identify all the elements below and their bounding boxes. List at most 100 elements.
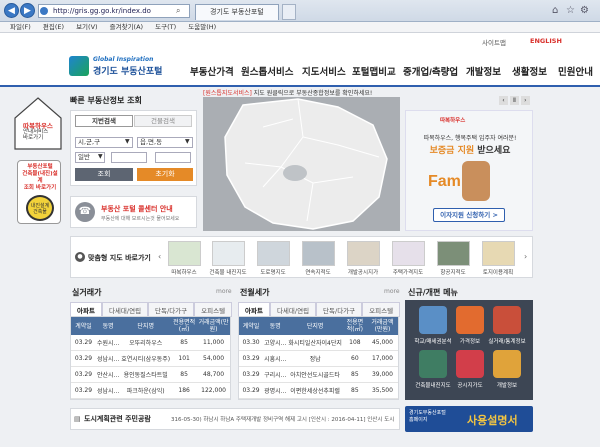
callcenter-sub: 부동산에 대해 모르시는것 물어보세요 — [101, 216, 180, 222]
menu-file[interactable]: 파일(F) — [10, 23, 31, 31]
settings-gear-icon[interactable]: ⚙ — [580, 5, 589, 16]
menu-edit[interactable]: 편집(E) — [43, 23, 64, 31]
table-row[interactable]: 03.29 수원시... 오뚜리하우스 85 11,000 — [71, 335, 230, 351]
nav-onestop[interactable]: 원스톱서비스 — [241, 64, 293, 78]
seismic-map-icon[interactable] — [419, 350, 447, 378]
search-icon[interactable]: ⌕ — [176, 6, 180, 16]
callcenter-banner[interactable]: ☎ 부동산 포털 콜센터 안내 부동산에 대해 모르시는것 물어보세요 — [70, 196, 197, 228]
quickmap-thumb-aerial[interactable] — [437, 241, 470, 266]
quickmap-thumb-ddabok[interactable] — [168, 241, 201, 266]
quickmap-next-icon[interactable]: › — [524, 252, 527, 261]
quickmap-thumb-landuse[interactable] — [482, 241, 515, 266]
cell: 122,000 — [197, 382, 230, 399]
home-icon[interactable]: ⌂ — [552, 5, 558, 16]
rent-tabs: 아파트 다세대/연립 단독/다가구 오피스텔 — [238, 302, 401, 317]
cell: 성남시... — [95, 382, 121, 399]
menu-favorites[interactable]: 즐겨찾기(A) — [110, 23, 143, 31]
notice-bar: ▤ 도시계획관련 주민공람 316-05-30) 하남시 하남A 주택재개발 정… — [70, 408, 400, 430]
quickmap-thumb-landprice[interactable] — [347, 241, 380, 266]
table-row[interactable]: 03.29 시흥시... 정남 60 17,000 — [239, 350, 398, 367]
sitemap-link[interactable]: 사이트맵 — [482, 37, 506, 47]
price-title: 실거래가 — [72, 288, 102, 297]
main-lot-input[interactable] — [111, 152, 147, 163]
nav-development[interactable]: 개발정보 — [466, 64, 501, 78]
search-submit-button[interactable]: 조회 — [75, 168, 133, 181]
nav-portalmap[interactable]: 포털맵비교 — [352, 64, 396, 78]
sub-lot-input[interactable] — [155, 152, 191, 163]
quickmap-thumb-road[interactable] — [257, 241, 290, 266]
menu-help[interactable]: 도움말(H) — [188, 23, 216, 31]
cell: 아치안선도시골드타 — [287, 366, 343, 383]
quickmap-thumb-seismic[interactable] — [212, 241, 245, 266]
price-tab-apt[interactable]: 아파트 — [70, 302, 102, 317]
quickmap-thumb-cadastral[interactable] — [302, 241, 335, 266]
transaction-stats-icon[interactable] — [493, 306, 521, 334]
cell: 구리시... — [263, 366, 288, 383]
rent-tab-officetel[interactable]: 오피스텔 — [362, 302, 401, 317]
new-tab-button[interactable] — [282, 4, 296, 20]
price-info-icon[interactable] — [456, 306, 484, 334]
quickmap-label: 주택가격지도 — [392, 270, 424, 276]
cell: 03.29 — [71, 335, 96, 351]
nav-broker[interactable]: 중개업/측량업 — [403, 64, 458, 78]
happy-house-banner[interactable]: 따복하우스 안내서비스 바로가기 — [13, 96, 63, 151]
gyeonggi-map[interactable] — [203, 97, 400, 231]
cell: 85 — [171, 366, 198, 383]
quickmap-label: 개발공시지가 — [347, 270, 379, 276]
cell: 03.29 — [239, 382, 264, 399]
nav-map[interactable]: 지도서비스 — [302, 64, 346, 78]
prev-banner-button[interactable]: ‹ — [499, 96, 508, 105]
banner-line2: 보증금 지원 받으세요 — [414, 143, 526, 156]
school-zone-icon[interactable] — [419, 306, 447, 334]
menu-view[interactable]: 보기(V) — [76, 23, 97, 31]
rent-more-link[interactable]: more — [384, 288, 400, 295]
price-more-link[interactable]: more — [216, 288, 232, 295]
next-banner-button[interactable]: › — [520, 96, 530, 105]
rent-table: 계약일 동명 단지명 전용면적(㎡) 거래금액(만원) 03.30 고양시... 화… — [239, 317, 398, 399]
chevron-down-icon: ▼ — [125, 138, 130, 145]
table-row[interactable]: 03.30 고양시... 화시티일산자이4단지 108 45,000 — [239, 335, 398, 351]
price-tab-officetel[interactable]: 오피스텔 — [194, 302, 233, 317]
development-info-icon[interactable] — [493, 350, 521, 378]
chevron-down-icon: ▼ — [185, 138, 190, 145]
back-button[interactable]: ◀ — [4, 3, 19, 18]
headset-icon: ☎ — [75, 202, 95, 222]
apply-support-button[interactable]: 이자지원 신청하기 > — [433, 208, 505, 222]
price-tab-multi[interactable]: 다세대/연립 — [101, 302, 149, 317]
browser-tab[interactable]: 경기도 부동산포털 — [195, 4, 279, 20]
rent-tab-single[interactable]: 단독/다가구 — [316, 302, 363, 317]
notice-ticker[interactable]: 316-05-30) 하남시 하남A 주택재개발 정비구역 해제 고시 [인산시… — [171, 415, 397, 423]
menu-tools[interactable]: 도구(T) — [155, 23, 176, 31]
site-logo[interactable]: 경기도 부동산포털 — [93, 64, 162, 77]
rent-tab-apt[interactable]: 아파트 — [238, 302, 270, 317]
nav-price[interactable]: 부동산가격 — [190, 64, 234, 78]
forward-button[interactable]: ▶ — [20, 3, 35, 18]
rent-tab-multi[interactable]: 다세대/연립 — [269, 302, 317, 317]
address-bar[interactable]: http://gris.gg.go.kr/index.do — [38, 4, 190, 18]
notice-label: 도시계획관련 주민공람 — [84, 415, 151, 423]
cell: 54,000 — [197, 350, 230, 367]
table-row[interactable]: 03.29 광명시... 이편한세상선추피렐 85 35,500 — [239, 382, 398, 399]
user-manual-banner[interactable]: 경기도부동산포털 홈페이지 사용설명서 — [405, 406, 533, 432]
quickmap-thumb-housing[interactable] — [392, 241, 425, 266]
province-map-graphic — [224, 98, 388, 230]
table-row[interactable]: 03.29 안산시... 용인동질스타트빌 85 48,700 — [71, 366, 230, 383]
quick-search-title: 빠른 부동산정보 조회 — [70, 96, 142, 105]
pause-banner-button[interactable]: Ⅱ — [509, 96, 519, 105]
price-tab-single[interactable]: 단독/다가구 — [148, 302, 195, 317]
tab-lot-search[interactable]: 지번검색 — [75, 115, 133, 127]
promo-banner[interactable]: 따복하우스 따복하우스, 행복주택 입주자 여러분! 보증금 지원 받으세요 F… — [405, 110, 533, 231]
table-row[interactable]: 03.29 성남시... 효연시티(삼우동주) 101 54,000 — [71, 350, 230, 367]
quickmap-prev-icon[interactable]: ‹ — [158, 252, 161, 261]
seismic-check-banner[interactable]: 부동산포털 건축물(내진)설계 조회 바로가기 내진설계 건축물 — [17, 160, 61, 224]
land-price-map-icon[interactable] — [456, 350, 484, 378]
english-link[interactable]: ENGLISH — [530, 37, 562, 45]
nav-civil[interactable]: 민원안내 — [558, 64, 593, 78]
reset-button[interactable]: 초기화 — [137, 168, 193, 181]
favorites-star-icon[interactable]: ☆ — [566, 5, 575, 16]
table-row[interactable]: 03.29 성남시... 파크하운(삼익) 186 122,000 — [71, 382, 230, 399]
nav-life[interactable]: 생활정보 — [512, 64, 547, 78]
table-row[interactable]: 03.29 구리시... 아치안선도시골드타 85 39,000 — [239, 366, 398, 383]
tab-building-search[interactable]: 건물검색 — [134, 115, 192, 127]
cell: 45,000 — [366, 335, 398, 351]
